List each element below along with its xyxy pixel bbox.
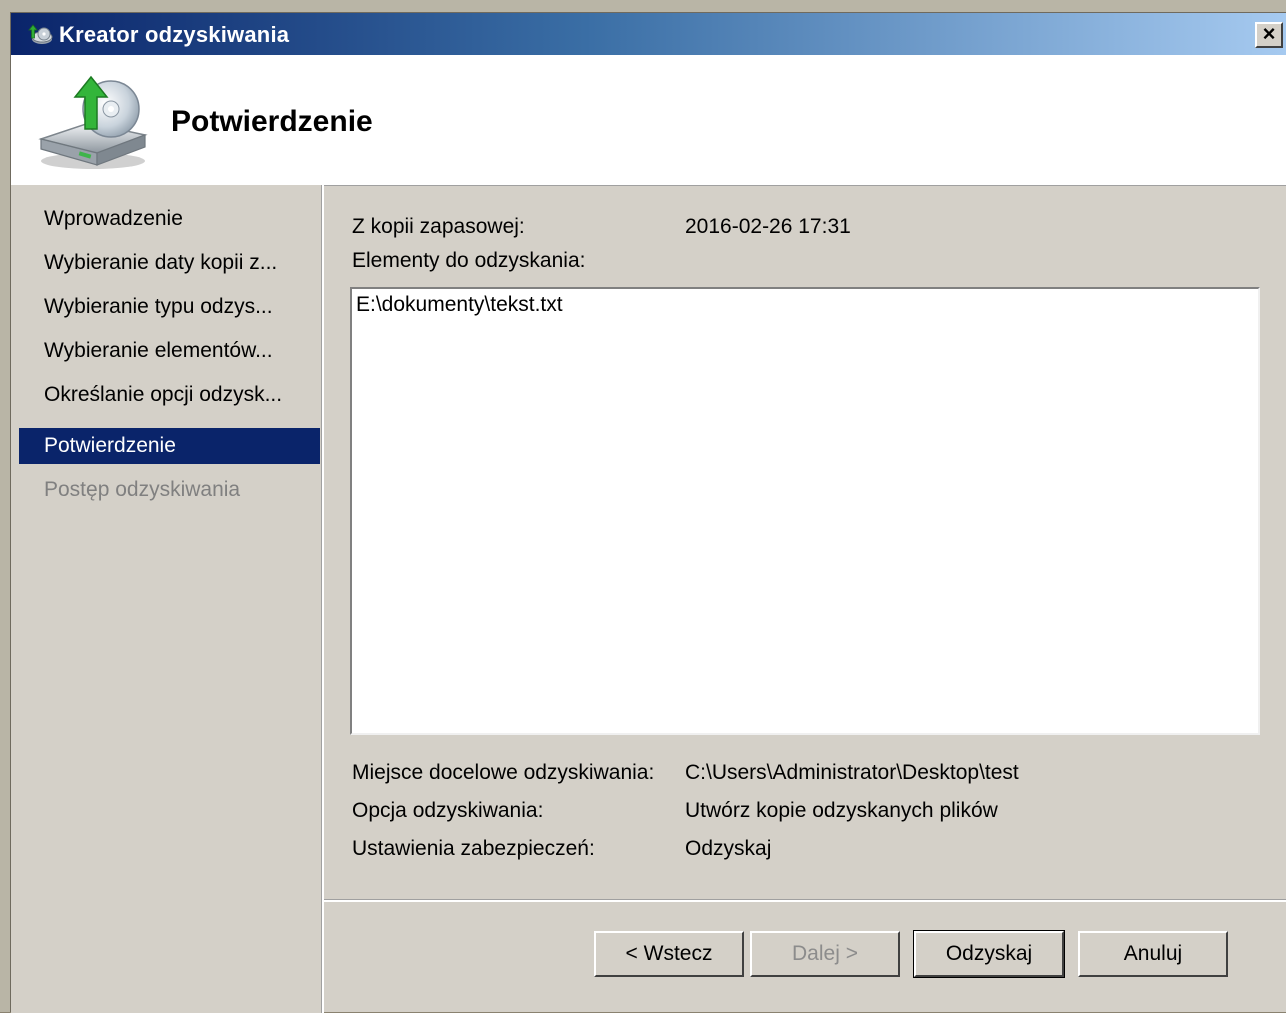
destination-label: Miejsce docelowe odzyskiwania: xyxy=(352,761,655,784)
next-button: Dalej > xyxy=(750,931,900,977)
title-bar[interactable]: Kreator odzyskiwania × xyxy=(11,13,1286,55)
recovery-option-label: Opcja odzyskiwania: xyxy=(352,799,544,822)
backup-label: Z kopii zapasowej: xyxy=(352,215,525,238)
step-recovery-progress: Postęp odzyskiwania xyxy=(44,478,241,501)
window-title: Kreator odzyskiwania xyxy=(59,22,290,47)
list-item[interactable]: E:\dokumenty\tekst.txt xyxy=(356,293,1254,317)
close-button[interactable]: × xyxy=(1255,22,1283,48)
cancel-button[interactable]: Anuluj xyxy=(1078,931,1228,977)
destination-value: C:\Users\Administrator\Desktop\test xyxy=(685,761,1019,784)
recovery-wizard-window: Kreator odzyskiwania × Potwierdzenie Wpr… xyxy=(10,12,1286,1013)
footer-divider xyxy=(324,899,1286,902)
security-settings-value: Odzyskaj xyxy=(685,837,772,860)
wizard-header: Potwierdzenie xyxy=(11,55,1286,186)
items-list[interactable]: E:\dokumenty\tekst.txt xyxy=(350,287,1260,735)
step-select-items[interactable]: Wybieranie elementów... xyxy=(19,333,320,369)
wizard-steps-sidebar: Wprowadzenie Wybieranie daty kopii z... … xyxy=(11,185,321,1013)
backup-app-icon xyxy=(28,24,53,44)
desktop-background: Kreator odzyskiwania × Potwierdzenie Wpr… xyxy=(0,0,1286,1013)
recover-button[interactable]: Odzyskaj xyxy=(913,930,1065,978)
step-introduction[interactable]: Wprowadzenie xyxy=(19,201,320,237)
step-select-backup-date[interactable]: Wybieranie daty kopii z... xyxy=(19,245,320,281)
step-select-recovery-type[interactable]: Wybieranie typu odzys... xyxy=(19,289,320,325)
backup-value: 2016-02-26 17:31 xyxy=(685,215,851,238)
confirmation-panel: Z kopii zapasowej: 2016-02-26 17:31 Elem… xyxy=(324,185,1286,897)
step-specify-options[interactable]: Określanie opcji odzysk... xyxy=(19,377,320,413)
close-icon: × xyxy=(1262,21,1276,46)
security-settings-label: Ustawienia zabezpieczeń: xyxy=(352,837,595,860)
page-title: Potwierdzenie xyxy=(171,105,373,138)
items-label: Elementy do odzyskania: xyxy=(352,249,586,272)
step-confirmation[interactable]: Potwierdzenie xyxy=(19,428,320,464)
recovery-option-value: Utwórz kopie odzyskanych plików xyxy=(685,799,998,822)
back-button[interactable]: < Wstecz xyxy=(594,931,744,977)
backup-recovery-icon xyxy=(38,75,148,169)
